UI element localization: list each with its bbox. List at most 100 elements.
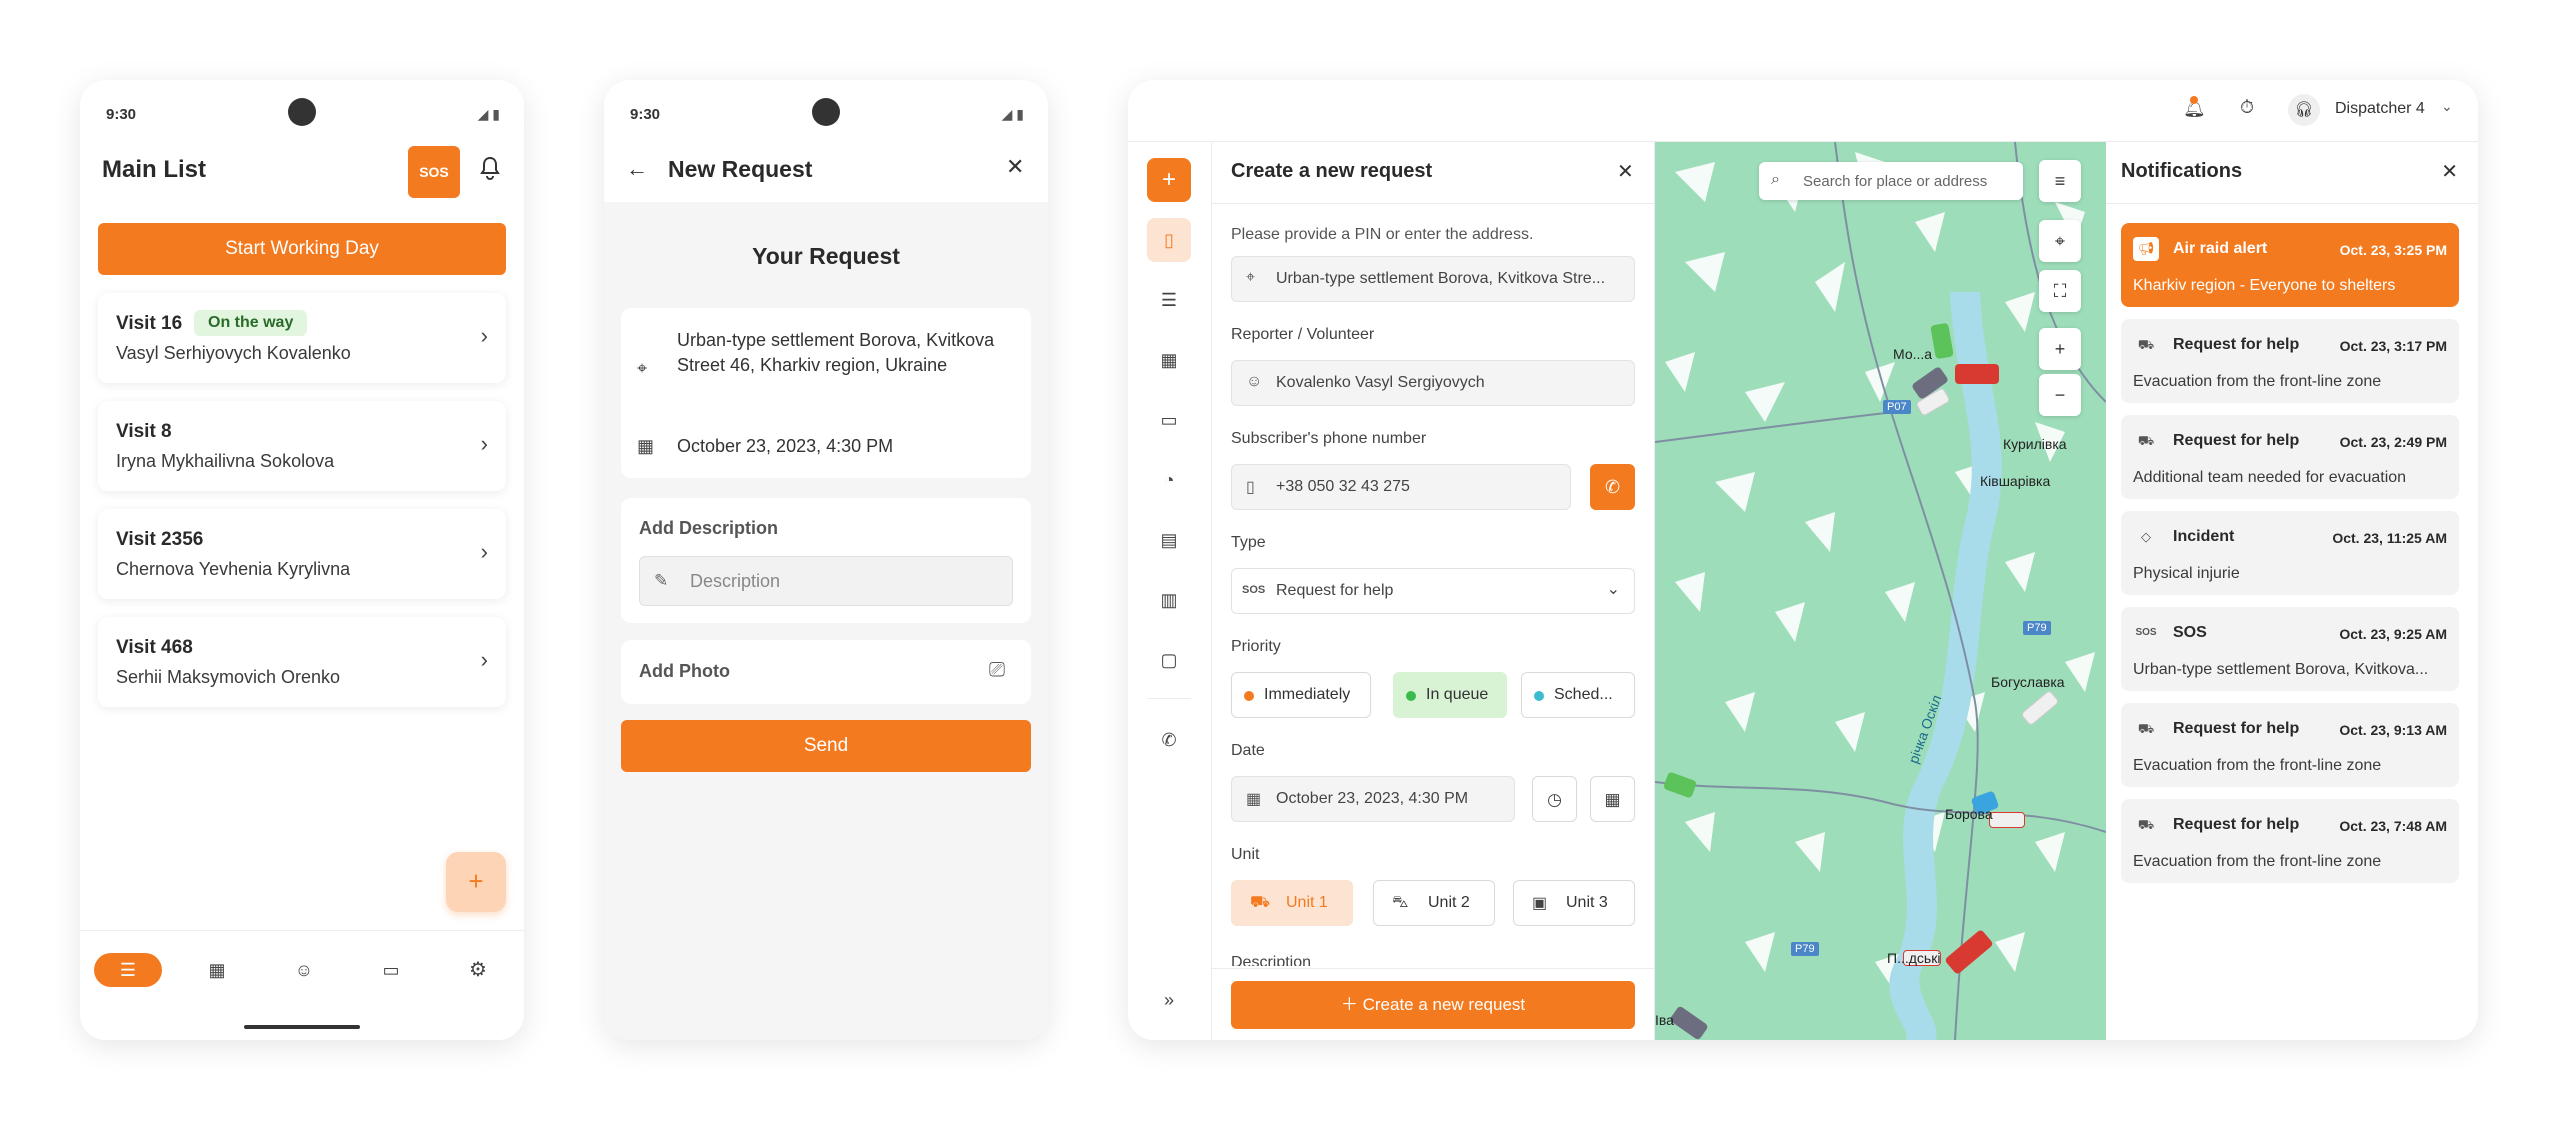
clock-icon[interactable]: ◷	[1532, 776, 1577, 822]
panel-title: Create a new request	[1231, 160, 1433, 182]
map-view[interactable]: Мо...а Курилівка Ківшарівка Богуславка Б…	[1655, 142, 2106, 1040]
camera-icon[interactable]: ⎚	[989, 659, 1005, 682]
chevron-right-icon: ›	[480, 539, 488, 564]
chevron-right-icon: ›	[480, 647, 488, 672]
dispatcher-name[interactable]: Dispatcher 4	[2335, 100, 2425, 118]
headset-avatar[interactable]: 🎧︎	[2288, 94, 2320, 126]
notification-item[interactable]: ⛟ Request for help Oct. 23, 7:48 AM Evac…	[2121, 799, 2459, 883]
settings-icon[interactable]: ⚙	[461, 953, 495, 987]
phone-icon[interactable]: ✆	[1147, 718, 1191, 762]
visit-card[interactable]: Visit 16 On the way Vasyl Serhiyovych Ko…	[98, 293, 506, 383]
close-icon[interactable]: ✕	[1617, 159, 1634, 184]
team-icon[interactable]: ☺	[287, 953, 321, 987]
unit-1-button[interactable]: ⛟ Unit 1	[1231, 880, 1353, 926]
phone-field[interactable]: ▯ +38 050 32 43 275	[1231, 464, 1571, 510]
map-search-placeholder: Search for place or address	[1803, 173, 1988, 190]
top-bar: 🔔︎ ⏱︎ 🎧︎ Dispatcher 4 ⌄	[1128, 80, 2478, 142]
priority-in-queue[interactable]: In queue	[1393, 672, 1507, 718]
call-button[interactable]: ✆	[1590, 464, 1635, 510]
create-request-label: Create a new request	[1362, 995, 1526, 1014]
notification-item[interactable]: ⛟ Request for help Oct. 23, 3:17 PM Evac…	[2121, 319, 2459, 403]
unit-label: Unit	[1231, 846, 1260, 863]
type-value: Request for help	[1276, 582, 1394, 599]
notification-title: Request for help	[2173, 336, 2300, 353]
type-select[interactable]: SOS Request for help ⌄	[1231, 568, 1635, 614]
visit-title: Visit 16	[116, 313, 183, 334]
expand-icon[interactable]: »	[1147, 978, 1191, 1022]
chat-icon[interactable]: ▢	[1147, 638, 1191, 682]
zoom-out-button[interactable]: −	[2039, 374, 2081, 416]
vehicle-marker[interactable]	[1955, 364, 1999, 384]
book-icon[interactable]: ▥	[1147, 578, 1191, 622]
add-icon[interactable]: +	[1147, 158, 1191, 202]
visit-card[interactable]: Visit 8 Iryna Mykhailivna Sokolova ›	[98, 401, 506, 491]
visit-person: Vasyl Serhiyovych Kovalenko	[116, 343, 351, 363]
calendar-icon[interactable]: ▦	[1147, 338, 1191, 382]
sos-icon: SOS	[1242, 584, 1266, 596]
priority-immediately[interactable]: Immediately	[1231, 672, 1371, 718]
select-area-icon[interactable]: ⛶	[2039, 270, 2081, 312]
chevron-down-icon: ⌄	[1606, 581, 1620, 598]
request-summary-card: ⌖ Urban-type settlement Borova, Kvitkova…	[621, 308, 1031, 478]
visit-person: Serhii Maksymovich Orenko	[116, 667, 341, 687]
notification-body: Physical injurie	[2133, 565, 2240, 582]
list-icon[interactable]: ☰	[94, 953, 162, 987]
send-button[interactable]: Send	[621, 720, 1031, 772]
bell-icon[interactable]	[474, 156, 506, 188]
chevron-right-icon: ›	[480, 431, 488, 456]
clipboard-icon[interactable]: ▤	[1147, 518, 1191, 562]
back-arrow-icon[interactable]: ←	[626, 156, 648, 182]
notification-item[interactable]: ◇ Incident Oct. 23, 11:25 AM Physical in…	[2121, 511, 2459, 595]
status-time: 9:30	[106, 106, 137, 123]
map-place-label: Курилівка	[2003, 436, 2067, 452]
dispatcher-desktop: 🔔︎ ⏱︎ 🎧︎ Dispatcher 4 ⌄ + ▯ ☰ ▦ ▭ ◔ ▤ ▥ …	[1128, 80, 2478, 1040]
list-icon[interactable]: ☰	[1147, 278, 1191, 322]
map-place-label: Борова	[1945, 806, 1993, 822]
visit-card[interactable]: Visit 468 Serhii Maksymovich Orenko ›	[98, 617, 506, 707]
sos-button[interactable]: SOS	[408, 146, 460, 198]
add-fab-button[interactable]: +	[446, 852, 506, 912]
notification-body: Additional team needed for evacuation	[2133, 469, 2407, 486]
pie-chart-icon[interactable]: ◔	[1147, 458, 1191, 502]
visit-title: Visit 8	[116, 421, 172, 442]
calendar-picker-icon[interactable]: ▦	[1590, 776, 1635, 822]
notification-item[interactable]: ⛟ Request for help Oct. 23, 9:13 AM Evac…	[2121, 703, 2459, 787]
date-field[interactable]: ▦ October 23, 2023, 4:30 PM	[1231, 776, 1515, 822]
type-label: Type	[1231, 534, 1266, 551]
map-terrain	[1665, 152, 2095, 992]
unit-3-button[interactable]: ▣ Unit 3	[1513, 880, 1635, 926]
road-badge: P79	[2023, 621, 2051, 635]
close-icon[interactable]: ✕	[2441, 159, 2458, 184]
close-icon[interactable]: ✕	[1006, 154, 1024, 180]
start-working-day-button[interactable]: Start Working Day	[98, 223, 506, 275]
add-photo-card[interactable]: Add Photo ⎚	[621, 640, 1031, 704]
notification-item[interactable]: 📢︎ Air raid alert Oct. 23, 3:25 PM Khark…	[2121, 223, 2459, 307]
chat-icon[interactable]: ▭	[374, 953, 408, 987]
map-icon[interactable]: ▯	[1147, 218, 1191, 262]
road-badge: P07	[1883, 400, 1911, 414]
visit-card[interactable]: Visit 2356 Chernova Yevhenia Kyrylivna ›	[98, 509, 506, 599]
timer-icon[interactable]: ⏱︎	[2240, 97, 2254, 118]
reporter-field[interactable]: ☺ Kovalenko Vasyl Sergiyovych	[1231, 360, 1635, 406]
zoom-in-button[interactable]: +	[2039, 328, 2081, 370]
reporter-value: Kovalenko Vasyl Sergiyovych	[1276, 374, 1485, 391]
map-place-label: Богуславка	[1991, 674, 2065, 690]
pin-location-icon[interactable]: ⌖	[2039, 220, 2081, 262]
calendar-icon[interactable]: ▦	[200, 953, 234, 987]
create-request-button[interactable]: ＋ Create a new request	[1231, 981, 1635, 1029]
unit-label-text: Unit 3	[1566, 894, 1608, 911]
notification-date: Oct. 23, 3:25 PM	[2339, 242, 2447, 258]
chevron-down-icon[interactable]: ⌄	[2441, 98, 2453, 115]
notification-item[interactable]: SOS SOS Oct. 23, 9:25 AM Urban-type sett…	[2121, 607, 2459, 691]
home-indicator	[244, 1025, 360, 1029]
vehicle-marker[interactable]	[1989, 812, 2025, 828]
map-search-input[interactable]: ⌕ Search for place or address	[1759, 162, 2023, 200]
address-field[interactable]: ⌖ Urban-type settlement Borova, Kvitkova…	[1231, 256, 1635, 302]
notification-item[interactable]: ⛟ Request for help Oct. 23, 2:49 PM Addi…	[2121, 415, 2459, 499]
folder-icon[interactable]: ▭	[1147, 398, 1191, 442]
filter-icon[interactable]: ≡	[2039, 160, 2081, 202]
priority-scheduled[interactable]: Sched...	[1521, 672, 1635, 718]
panel-footer: ＋ Create a new request	[1212, 968, 1654, 1040]
unit-2-button[interactable]: ⛍ Unit 2	[1373, 880, 1495, 926]
description-input[interactable]: ✎ Description	[639, 556, 1013, 606]
